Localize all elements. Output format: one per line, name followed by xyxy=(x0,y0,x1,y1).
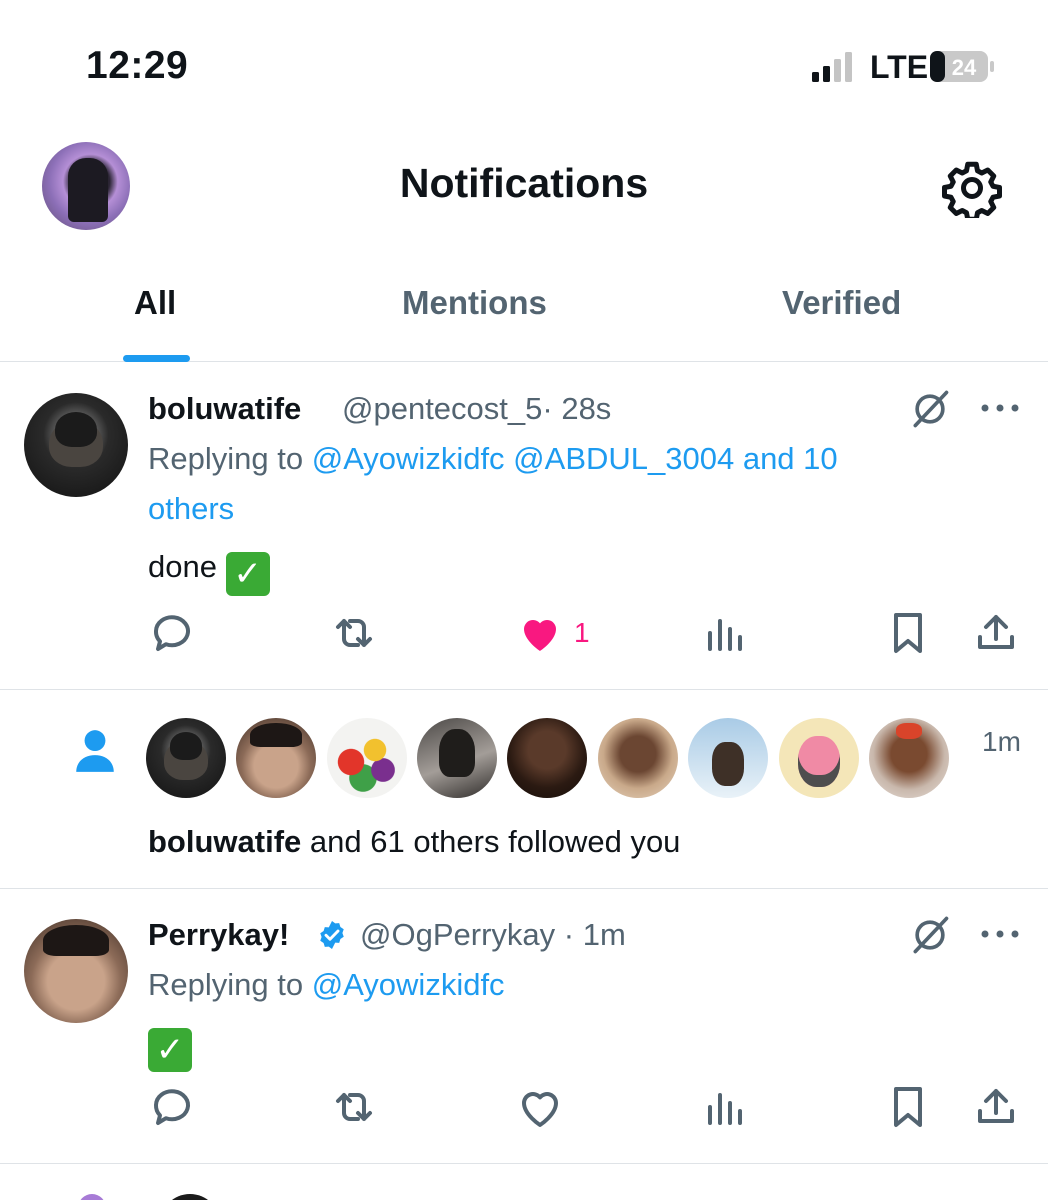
reply-icon[interactable] xyxy=(148,1083,196,1131)
post-text: done ✓ xyxy=(148,549,270,596)
follower-avatar[interactable] xyxy=(598,718,678,798)
follower-avatar[interactable] xyxy=(146,718,226,798)
tab-mentions[interactable]: Mentions xyxy=(402,284,547,322)
follower-avatar[interactable] xyxy=(417,718,497,798)
replying-to: Replying to @Ayowizkidfc @ABDUL_3004 and… xyxy=(148,441,838,476)
status-time: 12:29 xyxy=(86,44,189,87)
retweet-icon[interactable] xyxy=(330,609,378,657)
next-notification-peek xyxy=(0,1164,1048,1200)
battery-level: 24 xyxy=(952,55,977,80)
follower-avatar[interactable] xyxy=(869,718,949,798)
follower-avatar[interactable] xyxy=(507,718,587,798)
bookmark-icon[interactable] xyxy=(884,609,932,657)
share-icon[interactable] xyxy=(972,609,1020,657)
settings-gear-icon[interactable] xyxy=(942,158,1002,218)
signal-icon xyxy=(812,52,852,82)
tab-verified[interactable]: Verified xyxy=(782,284,901,322)
mention-links[interactable]: @Ayowizkidfc xyxy=(312,967,505,1002)
reply-icon[interactable] xyxy=(148,609,196,657)
follow-summary: boluwatife and 61 others followed you xyxy=(148,824,681,859)
active-tab-indicator xyxy=(123,355,190,362)
notification-follow[interactable]: 1m boluwatife and 61 others followed you xyxy=(0,690,1048,889)
user-avatar[interactable] xyxy=(24,393,128,497)
user-handle: @OgPerrykay · 1m xyxy=(360,917,626,952)
page-title: Notifications xyxy=(399,160,649,206)
analytics-icon[interactable] xyxy=(700,1083,748,1131)
more-options-icon[interactable] xyxy=(980,929,1020,939)
like-filled-icon[interactable] xyxy=(516,609,564,657)
tab-bar: All Mentions Verified xyxy=(0,258,1048,362)
like-icon[interactable] xyxy=(516,1083,564,1131)
replying-to: Replying to @Ayowizkidfc xyxy=(148,967,505,1002)
check-mark-emoji: ✓ xyxy=(225,552,270,596)
check-mark-emoji: ✓ xyxy=(148,1028,192,1072)
display-name[interactable]: boluwatife xyxy=(148,391,301,427)
bookmark-icon[interactable] xyxy=(884,1083,932,1131)
follower-avatar[interactable] xyxy=(327,718,407,798)
analytics-icon[interactable] xyxy=(700,609,748,657)
tab-all[interactable]: All xyxy=(134,284,176,322)
battery-icon: 24 xyxy=(930,51,994,82)
notification-reply[interactable]: boluwatife @pentecost_5· 28s Replying to… xyxy=(0,363,1048,690)
network-label: LTE xyxy=(870,49,929,85)
status-bar: 12:29 LTE 24 xyxy=(0,0,1048,130)
header: Notifications xyxy=(0,130,1048,245)
grok-icon[interactable] xyxy=(908,387,952,431)
more-options-icon[interactable] xyxy=(980,403,1020,413)
mention-others-link[interactable]: others xyxy=(148,491,234,527)
timestamp: 1m xyxy=(982,726,1021,757)
notification-reply[interactable]: Perrykay! @OgPerrykay · 1m Replying to @… xyxy=(0,889,1048,1164)
display-name[interactable]: Perrykay! xyxy=(148,917,289,953)
person-icon xyxy=(76,730,114,772)
post-text: ✓ xyxy=(148,1025,192,1072)
mention-links[interactable]: @Ayowizkidfc @ABDUL_3004 and 10 xyxy=(312,441,838,476)
user-handle: @pentecost_5· 28s xyxy=(342,391,612,426)
grok-icon[interactable] xyxy=(908,913,952,957)
follower-avatar[interactable] xyxy=(236,718,316,798)
follower-avatar[interactable] xyxy=(779,718,859,798)
follower-name[interactable]: boluwatife xyxy=(148,824,301,859)
share-icon[interactable] xyxy=(972,1083,1020,1131)
user-avatar[interactable] xyxy=(24,919,128,1023)
follower-avatar[interactable] xyxy=(688,718,768,798)
verified-badge-icon xyxy=(320,921,344,949)
retweet-icon[interactable] xyxy=(330,1083,378,1131)
like-count: 1 xyxy=(574,617,590,648)
